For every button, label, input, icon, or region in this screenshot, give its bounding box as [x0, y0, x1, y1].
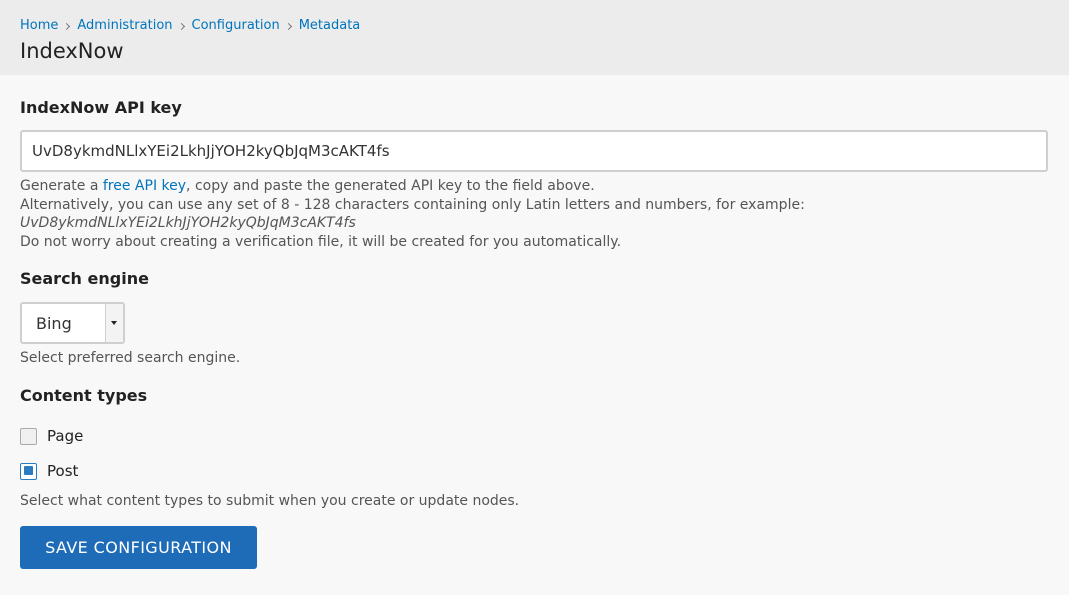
select-toggle[interactable]	[105, 304, 123, 342]
api-key-desc-verification: Do not worry about creating a verificati…	[20, 233, 622, 250]
save-configuration-button[interactable]: SAVE CONFIGURATION	[20, 526, 257, 569]
post-checkbox-label: Post	[47, 462, 79, 480]
content-types-description: Select what content types to submit when…	[20, 493, 520, 509]
api-key-label: IndexNow API key	[20, 98, 182, 117]
chevron-right-icon	[284, 22, 292, 30]
page-title: IndexNow	[20, 39, 124, 63]
api-key-desc-prefix: Generate a	[20, 178, 103, 194]
search-engine-description: Select preferred search engine.	[20, 350, 241, 366]
chevron-right-icon	[177, 22, 185, 30]
api-key-example: UvD8ykmdNLlxYEi2LkhJjYOH2kyQbJqM3cAKT4fs	[20, 215, 356, 231]
api-key-desc-suffix: , copy and paste the generated API key t…	[186, 178, 595, 194]
content-types-label: Content types	[20, 386, 148, 405]
content-type-option-page[interactable]: Page	[20, 427, 83, 445]
caret-down-icon	[111, 321, 117, 325]
chevron-right-icon	[63, 22, 71, 30]
api-key-desc-alternative: Alternatively, you can use any set of 8 …	[20, 196, 805, 213]
post-checkbox[interactable]	[20, 462, 37, 480]
search-engine-label: Search engine	[20, 269, 149, 288]
breadcrumb-home[interactable]: Home	[20, 18, 58, 34]
breadcrumb-metadata[interactable]: Metadata	[299, 18, 361, 34]
search-engine-select[interactable]: Bing	[20, 302, 125, 344]
page-checkbox[interactable]	[20, 427, 37, 445]
api-key-input[interactable]	[20, 130, 1048, 172]
breadcrumb-configuration[interactable]: Configuration	[192, 18, 280, 34]
api-key-description: Generate a free API key, copy and paste …	[20, 177, 805, 251]
page-checkbox-label: Page	[47, 427, 84, 445]
page-header: Home Administration Configuration Metada…	[0, 0, 1069, 75]
content-type-option-post[interactable]: Post	[20, 462, 78, 480]
search-engine-selected-value: Bing	[36, 314, 72, 333]
free-api-key-link[interactable]: free API key	[103, 178, 186, 194]
breadcrumb: Home Administration Configuration Metada…	[20, 18, 360, 34]
breadcrumb-administration[interactable]: Administration	[77, 18, 172, 34]
